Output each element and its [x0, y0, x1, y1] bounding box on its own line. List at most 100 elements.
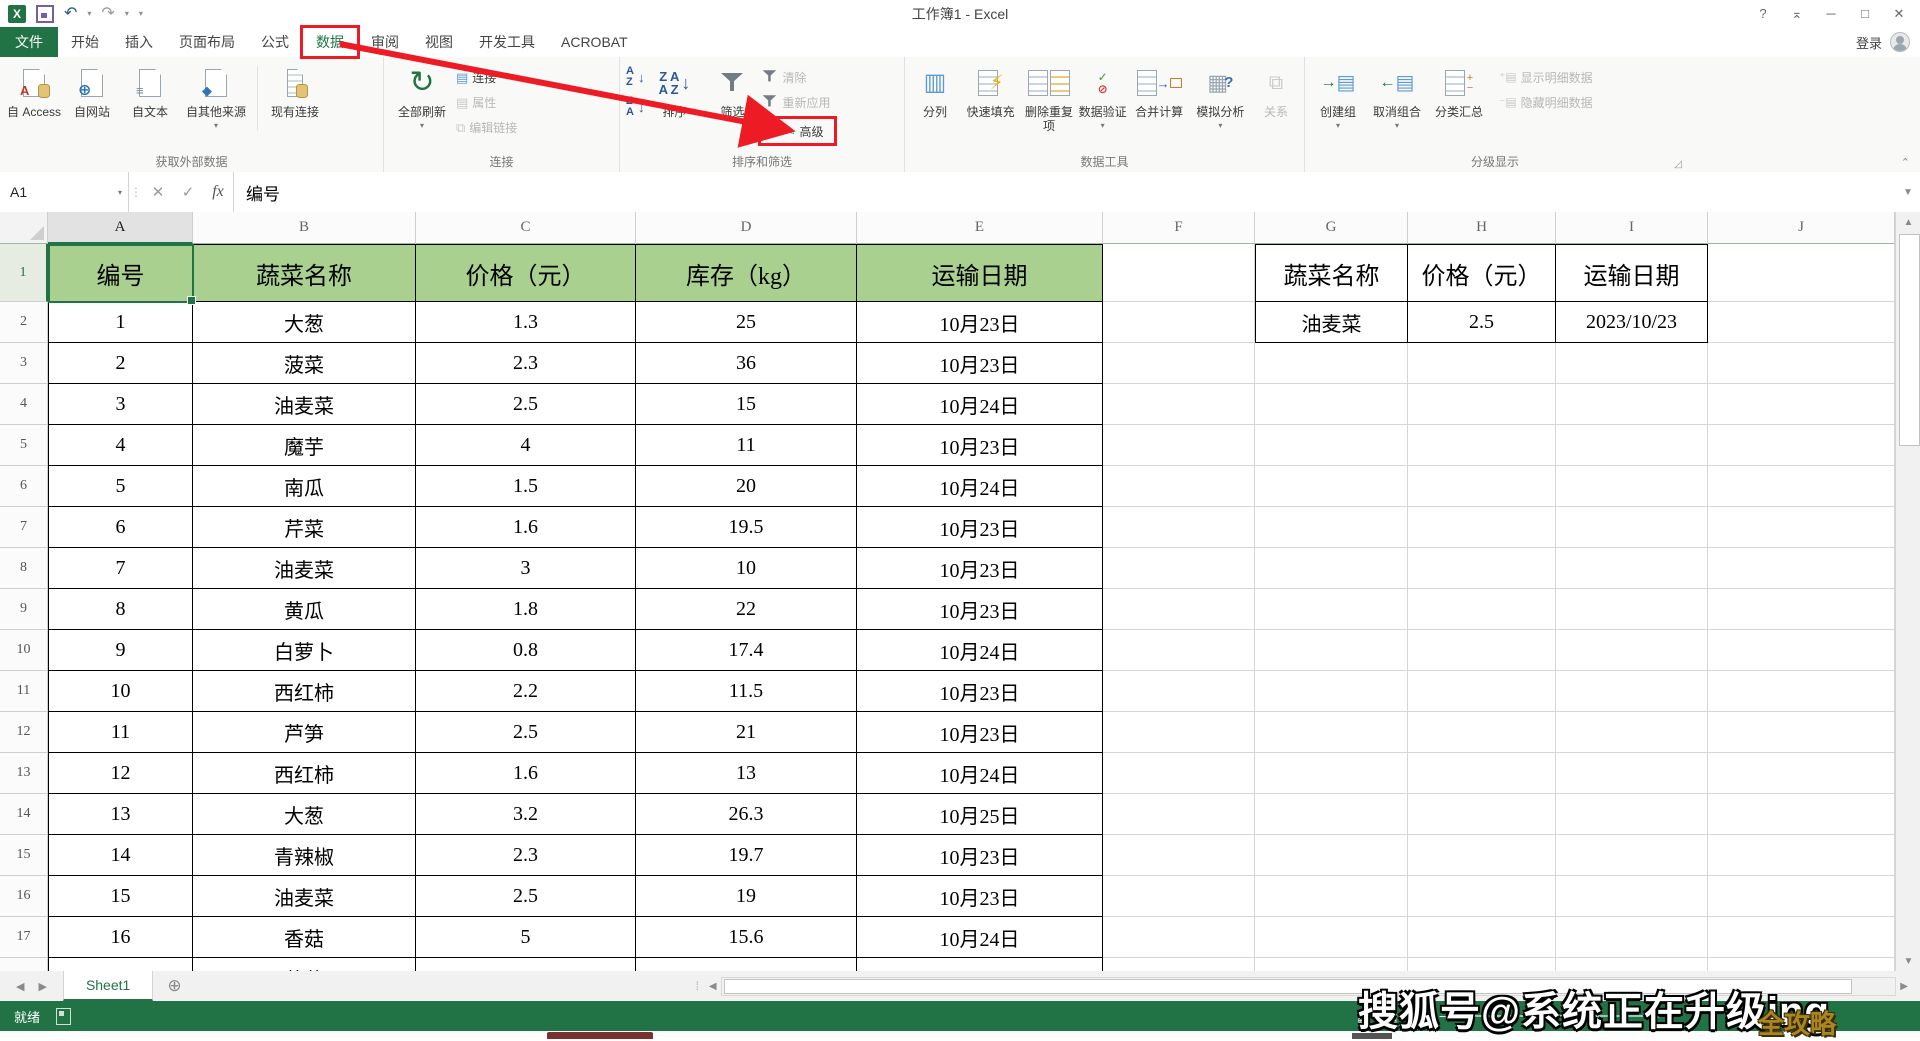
cell[interactable] — [1556, 712, 1708, 753]
cell[interactable] — [1708, 343, 1895, 384]
cell[interactable] — [416, 958, 636, 971]
cell[interactable] — [1556, 507, 1708, 548]
cell[interactable] — [1255, 835, 1408, 876]
cell[interactable]: 21 — [636, 712, 857, 753]
cell[interactable]: 油麦菜 — [1255, 302, 1408, 343]
cell[interactable]: 8 — [48, 589, 193, 630]
cell[interactable]: 10月23日 — [857, 343, 1103, 384]
cell[interactable] — [1556, 917, 1708, 958]
row-header-15[interactable]: 15 — [0, 835, 48, 876]
name-box[interactable]: A1 ▾ — [0, 172, 129, 212]
advanced-filter-button[interactable]: ✎ 高级 — [765, 120, 823, 142]
cell[interactable]: 香菇 — [193, 917, 416, 958]
reapply-button[interactable]: 重新应用 — [762, 91, 836, 113]
column-header-C[interactable]: C — [416, 212, 636, 244]
expand-formula-bar-icon[interactable]: ▼ — [1896, 172, 1920, 212]
cell[interactable] — [1556, 958, 1708, 971]
cell[interactable] — [1556, 630, 1708, 671]
cell[interactable] — [1556, 466, 1708, 507]
name-box-dropdown-icon[interactable]: ▾ — [118, 188, 122, 197]
cell[interactable]: 油麦菜 — [193, 876, 416, 917]
edit-links-button[interactable]: ⧉ 编辑链接 — [456, 116, 517, 138]
column-header-G[interactable]: G — [1255, 212, 1408, 244]
cell[interactable] — [1708, 712, 1895, 753]
cell[interactable] — [1708, 958, 1895, 971]
cell[interactable]: 11 — [48, 712, 193, 753]
vertical-scrollbar[interactable]: ▲ ▼ — [1895, 212, 1920, 971]
row-header-4[interactable]: 4 — [0, 384, 48, 425]
cell[interactable] — [1708, 794, 1895, 835]
cell[interactable] — [1408, 343, 1556, 384]
maximize-icon[interactable]: □ — [1850, 3, 1880, 25]
group-button[interactable]: →▤ 创建组 ▾ — [1311, 62, 1365, 133]
tab-developer[interactable]: 开发工具 — [466, 27, 548, 57]
cell[interactable] — [1708, 425, 1895, 466]
cell[interactable] — [1103, 244, 1255, 302]
scroll-right-icon[interactable]: ▶ — [1896, 981, 1912, 992]
cell[interactable]: 油麦菜 — [193, 548, 416, 589]
cell[interactable]: 10月23日 — [857, 835, 1103, 876]
undo-dropdown-icon[interactable]: ▾ — [87, 9, 91, 18]
cell[interactable] — [1708, 671, 1895, 712]
cell[interactable]: 10月23日 — [857, 548, 1103, 589]
cell[interactable]: 3.2 — [416, 794, 636, 835]
cell[interactable]: 1.8 — [416, 589, 636, 630]
cell[interactable] — [1255, 548, 1408, 589]
cell[interactable] — [1556, 671, 1708, 712]
cell[interactable]: 运输日期 — [1556, 244, 1708, 302]
cell[interactable]: 15 — [48, 876, 193, 917]
tab-scrollbar-splitter[interactable]: ⁞ — [696, 971, 699, 1001]
cell[interactable] — [1708, 917, 1895, 958]
formula-input[interactable]: 编号 — [233, 172, 1896, 212]
cell[interactable]: 0.8 — [416, 630, 636, 671]
save-icon[interactable] — [36, 5, 54, 23]
tab-insert[interactable]: 插入 — [112, 27, 166, 57]
row-header-7[interactable]: 7 — [0, 507, 48, 548]
cell[interactable]: 10月23日 — [857, 876, 1103, 917]
cell[interactable]: 1.6 — [416, 507, 636, 548]
cell[interactable] — [857, 958, 1103, 971]
cell[interactable] — [1103, 917, 1255, 958]
sign-in-link[interactable]: 登录 — [1856, 33, 1882, 52]
cell[interactable] — [1408, 671, 1556, 712]
properties-button[interactable]: ▤ 属性 — [456, 91, 517, 113]
cell[interactable] — [1708, 507, 1895, 548]
scroll-up-icon[interactable]: ▲ — [1896, 212, 1920, 232]
scroll-left-icon[interactable]: ◀ — [705, 981, 721, 992]
close-icon[interactable]: ✕ — [1884, 3, 1914, 25]
filter-button[interactable]: 筛选 — [704, 62, 760, 119]
cell[interactable]: 2.3 — [416, 835, 636, 876]
cell[interactable] — [1255, 876, 1408, 917]
cell[interactable]: 2 — [48, 343, 193, 384]
account-avatar[interactable] — [1890, 32, 1910, 52]
connections-button[interactable]: ▤ 连接 — [456, 66, 517, 88]
scroll-down-icon[interactable]: ▼ — [1896, 951, 1920, 971]
cell[interactable]: 南瓜 — [193, 466, 416, 507]
row-header-5[interactable]: 5 — [0, 425, 48, 466]
tab-data[interactable]: 数据 — [302, 27, 358, 57]
cell[interactable] — [1708, 244, 1895, 302]
cell[interactable]: 10月24日 — [857, 466, 1103, 507]
cell[interactable] — [1708, 466, 1895, 507]
cell[interactable]: 26.3 — [636, 794, 857, 835]
cell[interactable] — [1556, 548, 1708, 589]
cell[interactable] — [1408, 958, 1556, 971]
cell[interactable]: 4 — [48, 425, 193, 466]
cell[interactable]: 2.3 — [416, 343, 636, 384]
cell[interactable] — [636, 958, 857, 971]
cell[interactable]: 西红柿 — [193, 671, 416, 712]
cell[interactable]: 12 — [48, 753, 193, 794]
sheet-tab-sheet1[interactable]: Sheet1 — [63, 971, 153, 1001]
cell[interactable]: 黄瓜 — [193, 589, 416, 630]
insert-function-icon[interactable]: fx — [203, 172, 233, 212]
cell[interactable] — [1103, 384, 1255, 425]
cell[interactable]: 10月23日 — [857, 425, 1103, 466]
redo-dropdown-icon[interactable]: ▾ — [125, 9, 129, 18]
cell[interactable]: 运输日期 — [857, 244, 1103, 302]
cell[interactable] — [1103, 712, 1255, 753]
existing-connections-button[interactable]: 现有连接 — [263, 62, 327, 119]
cell[interactable]: 10 — [48, 671, 193, 712]
cell[interactable]: 16 — [48, 917, 193, 958]
cell[interactable]: 10月23日 — [857, 507, 1103, 548]
remove-duplicates-button[interactable]: 删除重复项 — [1022, 62, 1076, 133]
